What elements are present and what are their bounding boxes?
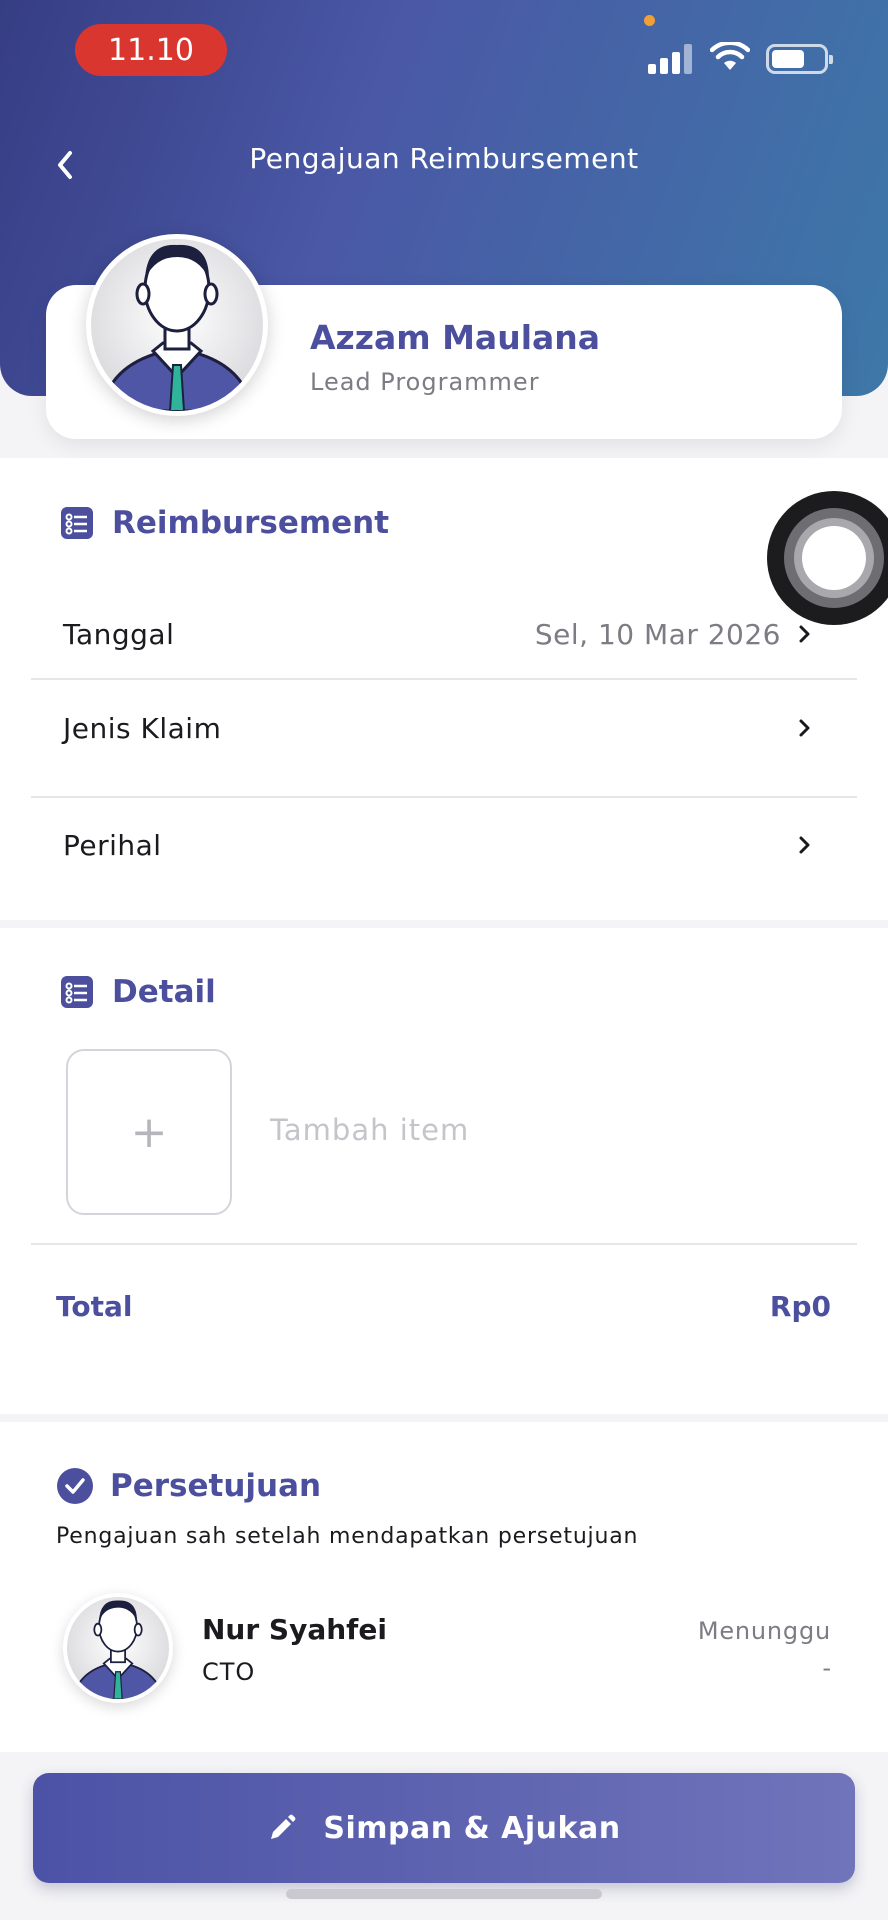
status-bar: 11.10 — [0, 0, 888, 110]
detail-header: Detail — [60, 974, 216, 1010]
add-item-button[interactable]: + — [66, 1049, 232, 1215]
approval-title: Persetujuan — [110, 1468, 322, 1504]
pencil-icon — [271, 1814, 296, 1839]
total-value: Rp0 — [769, 1290, 831, 1323]
divider — [31, 1243, 857, 1245]
wifi-icon — [710, 42, 750, 70]
approval-header: Persetujuan — [56, 1467, 321, 1505]
check-circle-icon — [57, 1468, 93, 1504]
total-label: Total — [56, 1290, 133, 1323]
row-value: Sel, 10 Mar 2026 — [534, 617, 781, 651]
avatar — [86, 234, 268, 416]
row-tanggal[interactable]: Tanggal Sel, 10 Mar 2026 — [31, 586, 857, 682]
submit-button[interactable]: Simpan & Ajukan — [33, 1773, 855, 1883]
chevron-right-icon — [799, 836, 810, 854]
approver-avatar — [63, 1593, 173, 1703]
privacy-indicator-dot — [644, 15, 655, 26]
home-indicator[interactable] — [286, 1889, 602, 1899]
row-label: Perihal — [63, 828, 162, 862]
approval-status: Menunggu — [697, 1617, 831, 1645]
row-perihal[interactable]: Perihal — [31, 797, 857, 893]
reimbursement-header: Reimbursement — [60, 505, 389, 541]
approval-note: Pengajuan sah setelah mendapatkan perset… — [56, 1524, 639, 1549]
reimbursement-title: Reimbursement — [112, 505, 390, 541]
row-label: Jenis Klaim — [63, 711, 222, 745]
submit-label: Simpan & Ajukan — [323, 1810, 621, 1846]
user-role: Lead Programmer — [310, 368, 540, 396]
plus-icon: + — [130, 1106, 168, 1158]
chevron-right-icon — [799, 719, 810, 737]
row-jenis-klaim[interactable]: Jenis Klaim — [31, 680, 857, 776]
cellular-signal-icon — [648, 44, 694, 74]
row-label: Tanggal — [63, 617, 175, 651]
page-title: Pengajuan Reimbursement — [249, 142, 639, 175]
status-time: 11.10 — [75, 24, 227, 76]
chevron-right-icon — [799, 625, 810, 643]
user-name: Azzam Maulana — [310, 318, 601, 357]
add-item-label[interactable]: Tambah item — [270, 1113, 469, 1147]
detail-title: Detail — [112, 974, 216, 1010]
approver-name: Nur Syahfei — [202, 1613, 387, 1646]
list-form-icon — [61, 507, 93, 539]
approver-role: CTO — [202, 1658, 256, 1686]
approval-date: - — [822, 1654, 831, 1682]
battery-icon — [766, 44, 833, 74]
list-form-icon — [61, 976, 93, 1008]
